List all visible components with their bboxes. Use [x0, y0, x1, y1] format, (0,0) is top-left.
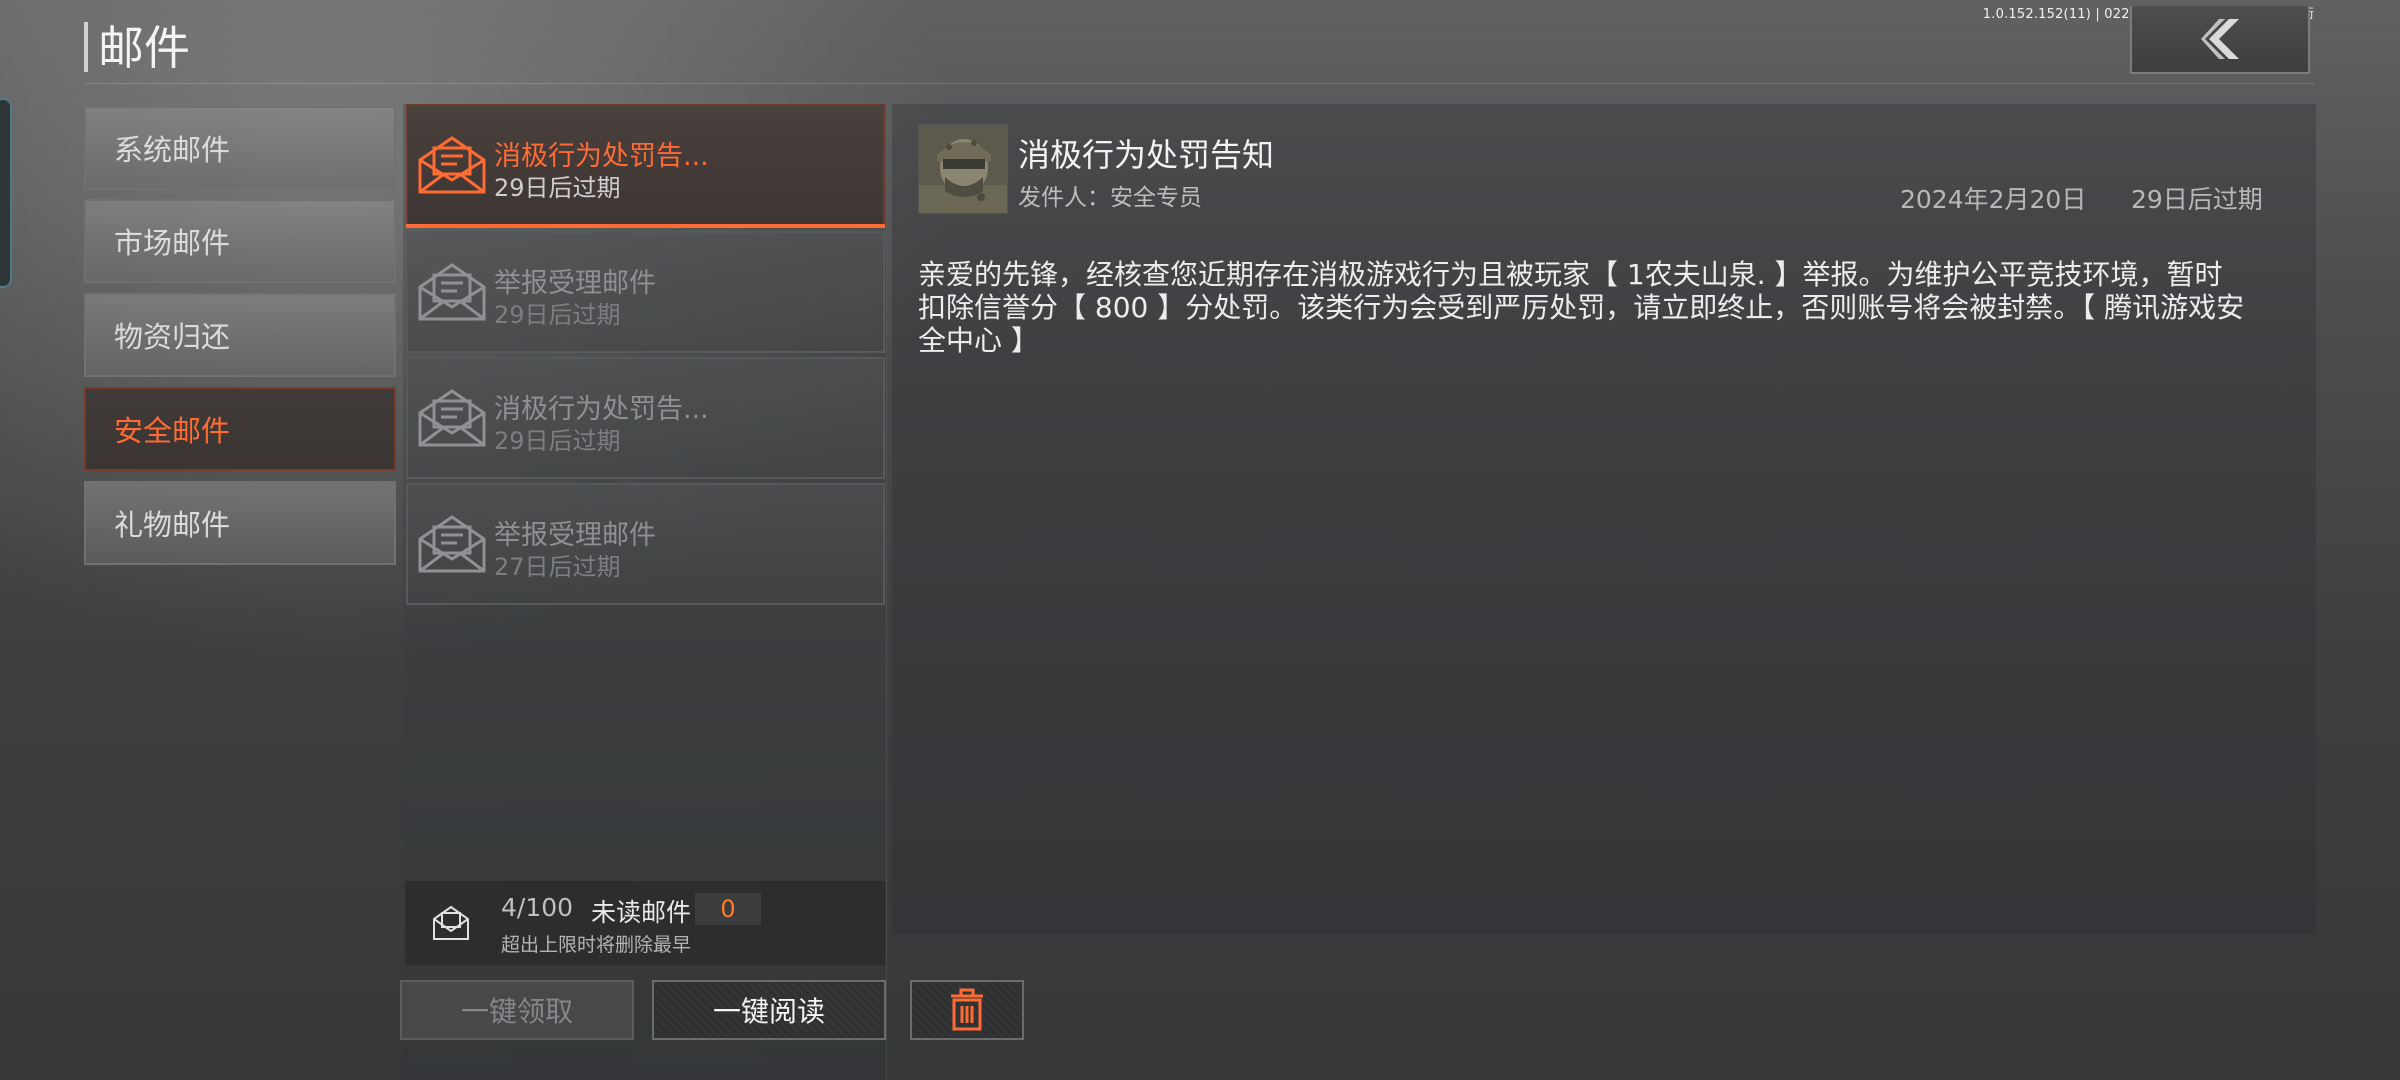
envelope-open-icon: [418, 389, 486, 447]
claim-all-button[interactable]: 一键领取: [400, 980, 634, 1040]
page-title: 邮件: [98, 21, 190, 75]
mail-expiry: 29日后过期: [494, 301, 621, 329]
envelope-open-icon: [418, 263, 486, 321]
category-label: 市场邮件: [114, 226, 231, 260]
chevron-left-icon: [2201, 19, 2239, 59]
title-accent-bar: [84, 22, 88, 72]
mail-sender: 发件人：安全专员: [1018, 185, 1202, 211]
selected-indicator: [406, 224, 885, 228]
trash-icon: [951, 988, 983, 1031]
envelope-open-icon: [418, 136, 486, 194]
category-security-mail[interactable]: 安全邮件: [84, 387, 396, 471]
mail-date: 2024年2月20日: [1900, 185, 2087, 214]
category-label: 礼物邮件: [114, 508, 231, 542]
envelope-open-icon: [418, 515, 486, 573]
mail-item-selected[interactable]: 消极行为处罚告... 29日后过期: [406, 104, 885, 228]
category-label: 系统邮件: [114, 133, 231, 167]
mail-item[interactable]: 举报受理邮件 27日后过期: [406, 483, 885, 605]
side-drawer-handle[interactable]: [0, 98, 12, 288]
mail-capacity-panel: 4/100 未读邮件 0 超出上限时将删除最早: [405, 881, 885, 965]
category-gift-mail[interactable]: 礼物邮件: [84, 481, 396, 565]
mail-body: 亲爱的先锋，经核查您近期存在消极游戏行为且被玩家【 1农夫山泉. 】举报。为维护…: [918, 258, 2245, 357]
mail-expiry: 29日后过期: [494, 427, 621, 455]
category-label: 物资归还: [114, 320, 231, 354]
mail-expiry: 27日后过期: [494, 553, 621, 581]
delete-button[interactable]: [910, 980, 1024, 1040]
mail-detail-expiry: 29日后过期: [2131, 185, 2263, 214]
mail-item[interactable]: 举报受理邮件 29日后过期: [406, 231, 885, 353]
mail-count: 4/100: [501, 893, 574, 922]
category-label: 安全邮件: [114, 414, 231, 448]
read-all-button[interactable]: 一键阅读: [652, 980, 886, 1040]
mail-detail-panel: [892, 104, 2316, 934]
header-divider: [84, 83, 2314, 84]
mail-detail-title: 消极行为处罚告知: [1018, 136, 1275, 174]
envelope-open-icon: [433, 905, 469, 940]
mail-item[interactable]: 消极行为处罚告... 29日后过期: [406, 357, 885, 479]
back-button[interactable]: [2130, 6, 2310, 74]
capacity-note: 超出上限时将删除最早: [501, 934, 692, 956]
category-market-mail[interactable]: 市场邮件: [84, 199, 396, 283]
unread-count-badge: 0: [695, 893, 761, 925]
category-system-mail[interactable]: 系统邮件: [84, 106, 396, 190]
sender-avatar: [918, 124, 1008, 214]
category-supply-return[interactable]: 物资归还: [84, 293, 396, 377]
unread-label: 未读邮件: [591, 898, 692, 927]
mail-expiry: 29日后过期: [494, 174, 621, 202]
